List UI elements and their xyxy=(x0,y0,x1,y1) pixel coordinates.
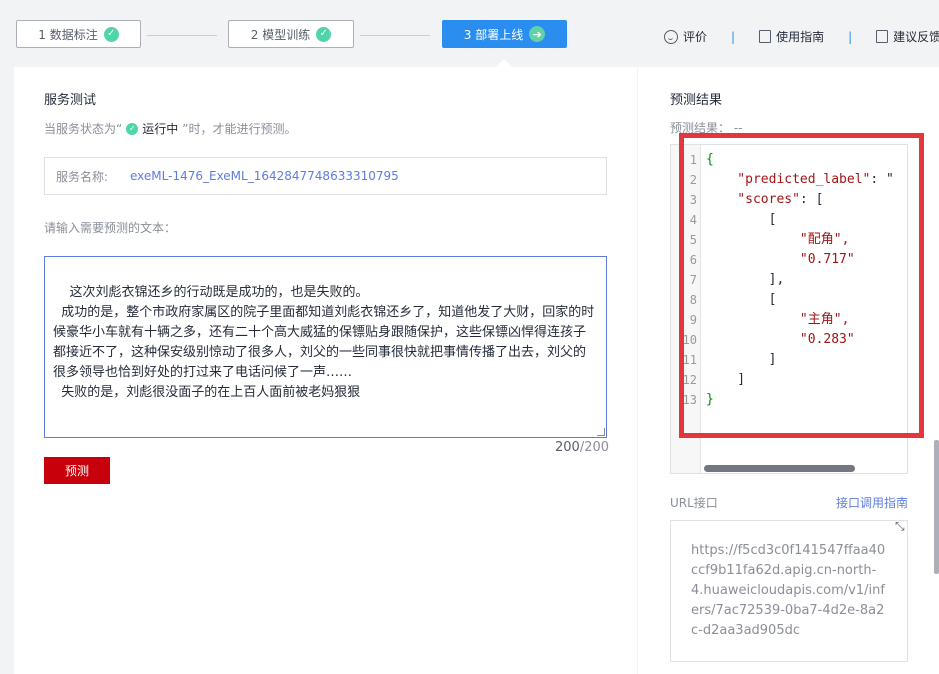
service-test-title: 服务测试 xyxy=(44,93,97,108)
feedback-link[interactable]: 建议反馈 xyxy=(876,28,939,45)
step-deploy[interactable]: 3 部署上线 ➔ xyxy=(442,20,567,48)
result-title: 预测结果 xyxy=(670,93,723,108)
rate-link[interactable]: 评价 xyxy=(664,28,707,45)
api-guide-link[interactable]: 接口调用指南 xyxy=(836,494,908,511)
step-model-training[interactable]: 2 模型训练 ✓ xyxy=(228,20,354,48)
vertical-scrollbar[interactable] xyxy=(934,440,939,574)
service-name-label: 服务名称: xyxy=(56,169,109,184)
divider: | xyxy=(848,29,853,44)
input-text: 这次刘彪衣锦还乡的行动既是成功的，也是失败的。 成功的是，整个市政府家属区的院子… xyxy=(53,285,595,400)
top-links: 评价 | 使用指南 | 建议反馈 xyxy=(664,28,939,45)
edit-doc-icon xyxy=(759,30,772,43)
step-connector xyxy=(360,35,430,36)
check-icon: ✓ xyxy=(316,26,332,42)
url-field[interactable]: https://f5cd3c0f141547ffaa40ccf9b11fa62d… xyxy=(670,520,908,662)
hint-prefix: 当服务状态为“ xyxy=(44,122,123,136)
step-label: 2 模型训练 xyxy=(250,27,311,42)
url-title: URL接口 xyxy=(670,496,718,510)
service-name-field: 服务名称: exeML-1476_ExeML_16428477486333107… xyxy=(44,157,607,195)
predict-button[interactable]: 预测 xyxy=(44,457,110,484)
char-count: 200 xyxy=(555,440,580,455)
step-label: 3 部署上线 xyxy=(463,27,524,42)
step-label: 1 数据标注 xyxy=(38,27,98,42)
url-value: https://f5cd3c0f141547ffaa40ccf9b11fa62d… xyxy=(691,543,886,638)
divider: | xyxy=(731,29,736,44)
service-name-value: exeML-1476_ExeML_1642847748633310795 xyxy=(130,169,399,183)
horizontal-scrollbar[interactable] xyxy=(704,465,855,472)
feedback-icon xyxy=(876,30,889,43)
highlight-box xyxy=(679,133,924,438)
guide-label: 使用指南 xyxy=(776,30,825,44)
step-data-labeling[interactable]: 1 数据标注 ✓ xyxy=(16,20,141,48)
rate-label: 评价 xyxy=(683,30,708,44)
smile-icon xyxy=(664,29,678,44)
guide-link[interactable]: 使用指南 xyxy=(759,28,824,45)
check-icon: ✓ xyxy=(103,26,119,42)
input-label: 请输入需要预测的文本： xyxy=(44,221,177,235)
step-pointer xyxy=(496,59,512,67)
arrow-right-icon: ➔ xyxy=(529,26,546,42)
check-icon: ✓ xyxy=(126,122,139,135)
resize-handle[interactable] xyxy=(597,428,605,436)
feedback-label: 建议反馈 xyxy=(893,30,939,44)
hint-suffix: ”时，才能进行预测。 xyxy=(182,122,297,136)
char-max: /200 xyxy=(579,440,610,455)
predict-text-input[interactable]: 这次刘彪衣锦还乡的行动既是成功的，也是失败的。 成功的是，整个市政府家属区的院子… xyxy=(44,256,607,438)
service-hint: 当服务状态为“ ✓ 运行中 ”时，才能进行预测。 xyxy=(44,120,296,137)
char-counter: 200/200 xyxy=(555,440,609,455)
step-connector xyxy=(147,35,217,36)
expand-icon[interactable]: ⤡ xyxy=(895,520,907,532)
hint-status: 运行中 xyxy=(142,122,179,136)
